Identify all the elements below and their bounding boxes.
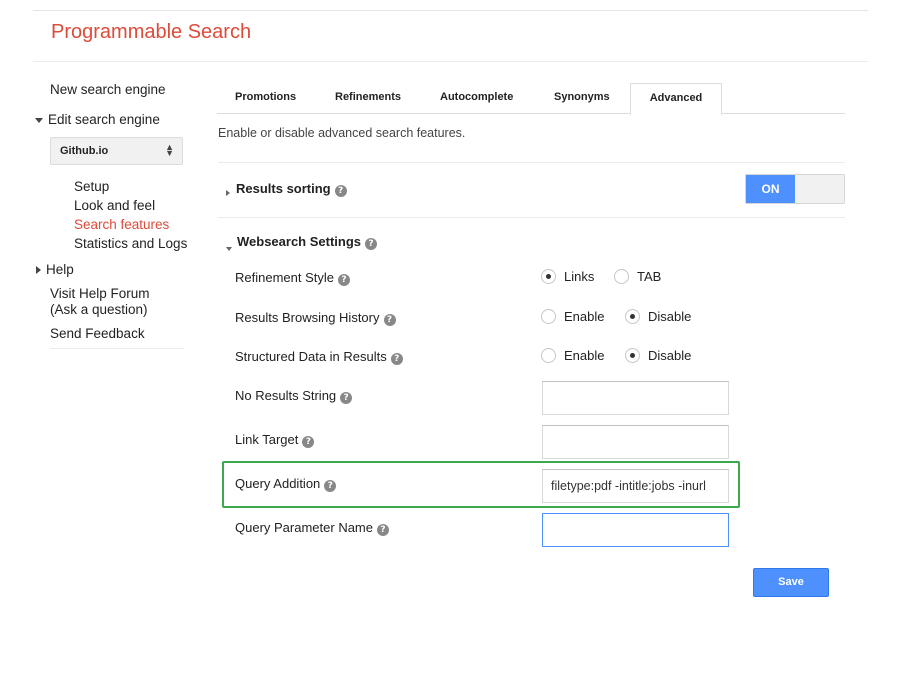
- new-search-engine-link[interactable]: New search engine: [50, 82, 166, 97]
- tab-bar: Promotions Refinements Autocomplete Syno…: [217, 83, 845, 115]
- sidebar-item-search-features[interactable]: Search features: [74, 217, 169, 232]
- results-sorting-toggle[interactable]: ON: [745, 174, 845, 204]
- help-icon[interactable]: ?: [377, 524, 389, 536]
- header-divider: [33, 61, 868, 62]
- query-parameter-row: Query Parameter Name?: [235, 520, 389, 536]
- browsing-history-label: Results Browsing History: [235, 310, 380, 325]
- browsing-history-row: Results Browsing History?: [235, 310, 396, 326]
- radio-button-checked[interactable]: [541, 269, 556, 284]
- link-target-row: Link Target?: [235, 432, 315, 448]
- structured-data-label: Structured Data in Results: [235, 349, 387, 364]
- engine-select[interactable]: Github.io ▲ ▼: [50, 137, 183, 165]
- expand-right-icon: [226, 190, 230, 196]
- send-feedback-link[interactable]: Send Feedback: [50, 326, 145, 341]
- help-toggle[interactable]: Help: [33, 262, 74, 277]
- query-addition-row: Query Addition?: [235, 476, 337, 492]
- select-arrows-icon: ▲ ▼: [165, 142, 174, 158]
- tab-promotions[interactable]: Promotions: [235, 91, 296, 103]
- no-results-row: No Results String?: [235, 388, 353, 404]
- sidebar-item-setup[interactable]: Setup: [74, 179, 109, 194]
- radio-button-checked[interactable]: [625, 309, 640, 324]
- no-results-string-input[interactable]: [542, 381, 729, 415]
- help-icon[interactable]: ?: [338, 274, 350, 286]
- page-title: Programmable Search: [51, 21, 252, 43]
- top-divider: [33, 10, 868, 11]
- radio-structured-disable[interactable]: Disable: [625, 348, 691, 363]
- toggle-on-label: ON: [746, 175, 795, 203]
- divider: [218, 162, 845, 163]
- query-parameter-label: Query Parameter Name: [235, 520, 373, 535]
- radio-enable-label: Enable: [564, 309, 605, 324]
- query-addition-label: Query Addition: [235, 476, 321, 491]
- divider: [218, 217, 845, 218]
- save-button[interactable]: Save: [753, 568, 829, 597]
- radio-enable-label: Enable: [564, 348, 605, 363]
- chevron-down-icon: [35, 117, 43, 123]
- ask-question-link[interactable]: (Ask a question): [50, 302, 148, 317]
- tab-synonyms[interactable]: Synonyms: [554, 91, 610, 103]
- help-icon[interactable]: ?: [383, 314, 396, 326]
- radio-tab[interactable]: TAB: [614, 269, 661, 284]
- tab-autocomplete[interactable]: Autocomplete: [440, 91, 513, 103]
- radio-links-label: Links: [564, 269, 595, 284]
- radio-tab-label: TAB: [637, 269, 662, 284]
- radio-disable-label: Disable: [648, 348, 692, 363]
- radio-button[interactable]: [541, 348, 556, 363]
- radio-history-enable[interactable]: Enable: [541, 309, 604, 324]
- engine-select-value: Github.io: [60, 145, 109, 157]
- visit-help-forum-link[interactable]: Visit Help Forum: [50, 286, 150, 301]
- query-addition-input[interactable]: [542, 469, 729, 503]
- query-parameter-name-input[interactable]: [542, 513, 729, 547]
- help-icon[interactable]: ?: [390, 353, 403, 365]
- structured-data-row: Structured Data in Results?: [235, 349, 403, 365]
- link-target-label: Link Target: [235, 432, 299, 447]
- tab-refinements[interactable]: Refinements: [335, 91, 401, 103]
- radio-links[interactable]: Links: [541, 269, 594, 284]
- no-results-label: No Results String: [235, 388, 337, 403]
- sidebar-item-look-and-feel[interactable]: Look and feel: [74, 198, 155, 213]
- help-icon[interactable]: ?: [324, 480, 337, 492]
- radio-disable-label: Disable: [648, 309, 692, 324]
- radio-history-disable[interactable]: Disable: [625, 309, 691, 324]
- websearch-settings-header[interactable]: Websearch Settings?: [226, 234, 378, 251]
- help-label: Help: [46, 262, 74, 277]
- tab-advanced[interactable]: Advanced: [630, 83, 722, 115]
- radio-button[interactable]: [541, 309, 556, 324]
- websearch-settings-label: Websearch Settings: [237, 234, 362, 249]
- radio-button[interactable]: [614, 269, 629, 284]
- chevron-right-icon: [36, 266, 41, 275]
- results-sorting-header[interactable]: Results sorting?: [226, 181, 347, 197]
- refinement-style-row: Refinement Style?: [235, 270, 350, 286]
- sidebar-item-statistics-and-logs[interactable]: Statistics and Logs: [74, 236, 187, 251]
- radio-structured-enable[interactable]: Enable: [541, 348, 604, 363]
- refinement-style-label: Refinement Style: [235, 270, 334, 285]
- results-sorting-label: Results sorting: [236, 181, 331, 196]
- help-icon[interactable]: ?: [302, 436, 315, 448]
- sidebar-divider: [50, 348, 184, 349]
- help-icon[interactable]: ?: [340, 392, 353, 404]
- help-icon[interactable]: ?: [365, 238, 378, 250]
- edit-search-engine-toggle[interactable]: Edit search engine: [33, 112, 160, 127]
- edit-search-engine-label: Edit search engine: [48, 112, 160, 127]
- help-icon[interactable]: ?: [334, 185, 347, 197]
- intro-text: Enable or disable advanced search featur…: [218, 126, 466, 140]
- link-target-input[interactable]: [542, 425, 729, 459]
- expand-down-icon: [226, 247, 232, 251]
- radio-button-checked[interactable]: [625, 348, 640, 363]
